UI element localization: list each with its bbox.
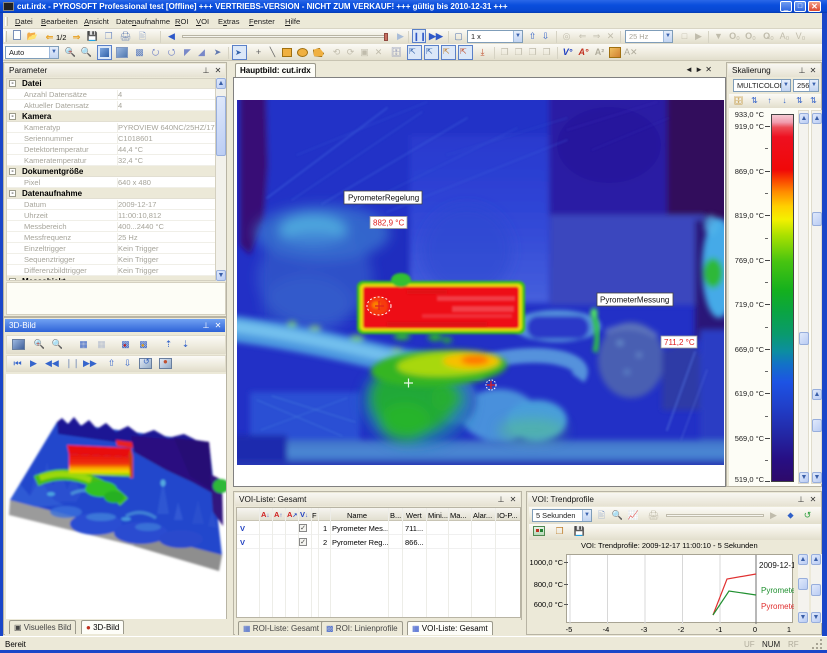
- svg-text:882,9 °C: 882,9 °C: [373, 219, 404, 228]
- svg-text:Pyrometer F: Pyrometer F: [761, 602, 794, 611]
- svg-text:711,2 °C: 711,2 °C: [664, 338, 695, 347]
- svg-text:PyrometerMessung: PyrometerMessung: [600, 296, 669, 305]
- svg-text:2009-12-17: 2009-12-17: [759, 561, 794, 570]
- svg-text:Pyrometer N: Pyrometer N: [761, 586, 794, 595]
- svg-text:PyrometerRegelung: PyrometerRegelung: [348, 194, 419, 203]
